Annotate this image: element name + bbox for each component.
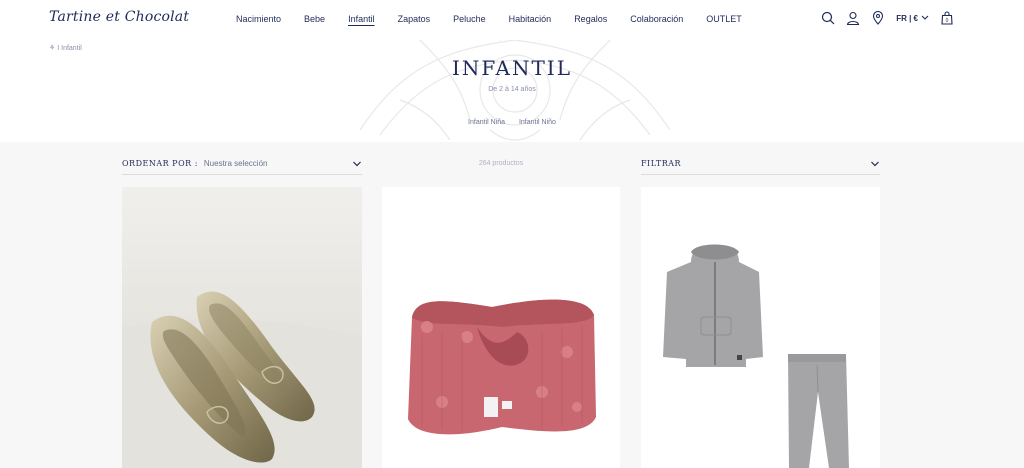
sort-value: Nuestra selección xyxy=(203,159,268,168)
nav-nacimiento[interactable]: Nacimiento xyxy=(236,13,281,25)
nav-infantil[interactable]: Infantil xyxy=(348,13,375,25)
sort-dropdown[interactable]: ORDENAR POR : Nuestra selección xyxy=(122,153,362,175)
sort-label: ORDENAR POR : xyxy=(122,159,198,168)
page-subtitle: De 2 à 14 años xyxy=(488,86,536,93)
nav-regalos[interactable]: Regalos xyxy=(574,13,607,25)
subcategory-nino[interactable]: Infantil Niño xyxy=(519,119,556,126)
subcategory-links: Infantil Niña Infantil Niño xyxy=(0,119,1024,126)
product-card[interactable] xyxy=(641,187,880,468)
product-card[interactable] xyxy=(122,187,362,468)
nav-outlet[interactable]: OUTLET xyxy=(706,13,742,25)
nav-zapatos[interactable]: Zapatos xyxy=(398,13,431,25)
language-label: FR | € xyxy=(896,13,918,23)
product-card[interactable] xyxy=(382,187,620,468)
nav-bebe[interactable]: Bebe xyxy=(304,13,325,25)
chevron-down-icon xyxy=(353,161,361,167)
header-actions: FR | € 0 xyxy=(821,11,954,25)
breadcrumb-current[interactable]: I Infantil xyxy=(57,45,82,52)
nav-habitacion[interactable]: Habitación xyxy=(509,13,552,25)
svg-text:0: 0 xyxy=(946,18,949,24)
brand-logo[interactable]: Tartine et Chocolat xyxy=(49,9,189,25)
product-image-grey-hoodie-and-pants xyxy=(641,187,880,468)
bag-icon[interactable]: 0 xyxy=(940,11,954,25)
category-hero: ⚘ I Infantil INFANTIL De 2 à 14 años Inf… xyxy=(0,40,1024,142)
nav-peluche[interactable]: Peluche xyxy=(453,13,486,25)
site-header: Tartine et Chocolat Nacimiento Bebe Infa… xyxy=(0,0,1024,40)
chevron-down-icon xyxy=(871,161,879,167)
product-image-pink-knit-headband xyxy=(382,187,620,468)
filter-dropdown[interactable]: FILTRAR xyxy=(641,153,880,175)
product-count: 264 productos xyxy=(478,160,524,167)
user-icon[interactable] xyxy=(846,11,860,25)
chevron-down-icon xyxy=(921,15,929,20)
home-icon[interactable]: ⚘ xyxy=(49,45,55,52)
main-nav: Nacimiento Bebe Infantil Zapatos Peluche… xyxy=(236,13,765,25)
page-title: INFANTIL xyxy=(451,56,572,80)
product-image-gold-ballet-flats xyxy=(122,187,362,468)
breadcrumb: ⚘ I Infantil xyxy=(49,44,82,52)
product-listing: ORDENAR POR : Nuestra selección 264 prod… xyxy=(0,142,1024,468)
nav-colaboracion[interactable]: Colaboración xyxy=(630,13,683,25)
subcategory-nina[interactable]: Infantil Niña xyxy=(468,119,505,126)
language-currency-selector[interactable]: FR | € xyxy=(896,14,929,23)
filter-label: FILTRAR xyxy=(641,159,682,168)
location-icon[interactable] xyxy=(871,11,885,25)
search-icon[interactable] xyxy=(821,11,835,25)
